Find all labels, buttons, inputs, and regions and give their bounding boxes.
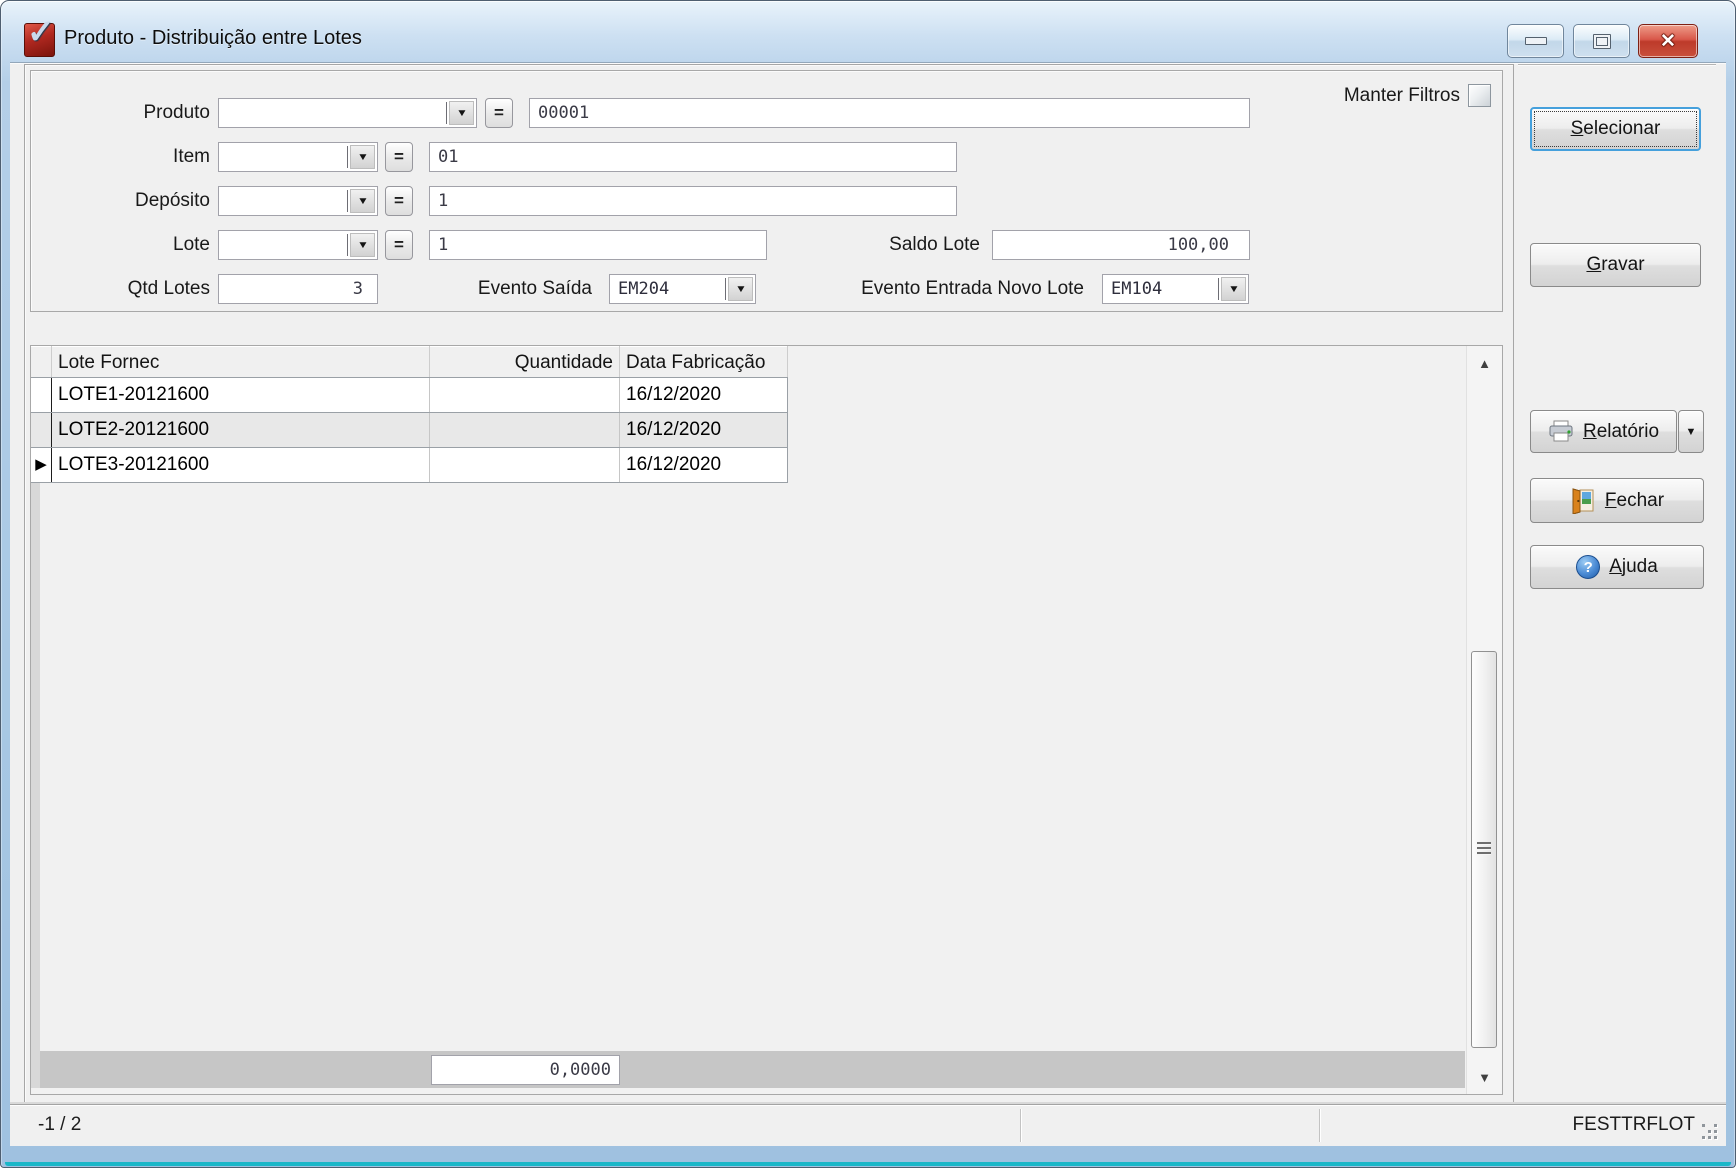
status-divider: [1020, 1109, 1021, 1142]
close-icon: ✕: [1660, 32, 1676, 51]
deposito-label: Depósito: [40, 186, 210, 216]
table-row[interactable]: LOTE2-20121600 16/12/2020: [31, 413, 788, 448]
scroll-up-icon[interactable]: ▲: [1467, 350, 1502, 376]
evento-entrada-novo-lote-value: EM104: [1111, 276, 1162, 302]
ajuda-button[interactable]: Ajuda: [1530, 545, 1704, 589]
cell-lote-fornec: LOTE3-20121600: [52, 448, 430, 482]
saldo-lote-input[interactable]: [992, 230, 1250, 260]
cell-data-fabricacao: 16/12/2020: [620, 378, 788, 412]
status-bar: -1 / 2 FESTTRFLOT: [10, 1104, 1726, 1146]
window-bottom-accent: [5, 1162, 1731, 1166]
item-equals-button[interactable]: =: [385, 142, 413, 172]
produto-equals-button[interactable]: =: [485, 98, 513, 128]
window-title: Produto - Distribuição entre Lotes: [64, 27, 362, 50]
minimize-button[interactable]: [1507, 24, 1564, 58]
cell-lote-fornec: LOTE2-20121600: [52, 413, 430, 447]
evento-entrada-novo-lote-label: Evento Entrada Novo Lote: [720, 274, 1084, 304]
manter-filtros-label: Manter Filtros: [1260, 84, 1460, 108]
evento-saida-value: EM204: [618, 276, 669, 302]
close-button[interactable]: ✕: [1638, 24, 1698, 58]
column-header-data-fabricacao[interactable]: Data Fabricação: [620, 346, 788, 377]
combo-separator: [347, 234, 348, 256]
combo-separator: [1218, 278, 1219, 300]
app-icon: [24, 23, 55, 57]
gravar-button[interactable]: Gravar: [1530, 243, 1701, 287]
minimize-icon: [1525, 37, 1547, 45]
grid-summary-bar: [40, 1051, 1465, 1088]
chevron-down-icon[interactable]: [350, 189, 375, 213]
deposito-input[interactable]: [429, 186, 957, 216]
cell-data-fabricacao: 16/12/2020: [620, 413, 788, 447]
item-label: Item: [40, 142, 210, 172]
cell-quantidade: [430, 413, 620, 447]
indicator-column-strip: [31, 483, 40, 1088]
current-row-icon: ▶: [31, 448, 51, 482]
ajuda-label: Ajuda: [1609, 556, 1658, 578]
cell-quantidade: [430, 378, 620, 412]
lotes-table: Lote Fornec Quantidade Data Fabricação L…: [31, 346, 788, 483]
deposito-combo[interactable]: [218, 186, 378, 216]
record-position-text: -1 / 2: [38, 1114, 81, 1136]
lote-combo[interactable]: [218, 230, 378, 260]
produto-combo[interactable]: [218, 98, 477, 128]
fechar-label: Fechar: [1605, 490, 1664, 512]
gravar-label: Gravar: [1586, 254, 1644, 276]
combo-separator: [347, 146, 348, 168]
vertical-scrollbar[interactable]: ▲ ▼: [1466, 346, 1502, 1094]
row-indicator-cell: [31, 413, 52, 447]
status-divider: [1319, 1109, 1320, 1142]
produto-input[interactable]: [529, 98, 1250, 128]
evento-entrada-novo-lote-combo[interactable]: EM104: [1102, 274, 1249, 304]
item-input[interactable]: [429, 142, 957, 172]
table-row-current[interactable]: ▶ LOTE3-20121600 16/12/2020: [31, 448, 788, 483]
fechar-button[interactable]: Fechar: [1530, 478, 1704, 523]
chevron-down-icon[interactable]: [350, 233, 375, 257]
combo-separator: [446, 102, 447, 124]
scroll-down-icon[interactable]: ▼: [1467, 1064, 1502, 1090]
qtd-lotes-input[interactable]: [218, 274, 378, 304]
manter-filtros-checkbox[interactable]: [1468, 84, 1491, 107]
scrollbar-thumb[interactable]: [1471, 651, 1497, 1048]
lote-equals-button[interactable]: =: [385, 230, 413, 260]
cell-lote-fornec: LOTE1-20121600: [52, 378, 430, 412]
relatorio-button[interactable]: Relatório: [1530, 410, 1677, 453]
saldo-lote-label: Saldo Lote: [730, 230, 980, 260]
cell-quantidade: [430, 448, 620, 482]
application-window: Produto - Distribuição entre Lotes ✕ Pro…: [0, 0, 1736, 1168]
table-row[interactable]: LOTE1-20121600 16/12/2020: [31, 378, 788, 413]
chevron-down-icon[interactable]: [350, 145, 375, 169]
lote-input[interactable]: [429, 230, 767, 260]
maximize-icon: [1593, 34, 1611, 49]
lote-label: Lote: [40, 230, 210, 260]
row-indicator-cell: ▶: [31, 448, 52, 482]
cell-data-fabricacao: 16/12/2020: [620, 448, 788, 482]
evento-saida-label: Evento Saída: [420, 274, 592, 304]
selecionar-button[interactable]: Selecionar: [1530, 107, 1701, 151]
indicator-column-header: [31, 346, 52, 377]
titlebar[interactable]: Produto - Distribuição entre Lotes: [10, 0, 1726, 62]
relatorio-dropdown-button[interactable]: [1678, 410, 1704, 453]
quantidade-total-input[interactable]: [431, 1055, 620, 1085]
column-header-quantidade[interactable]: Quantidade: [430, 346, 620, 377]
door-icon: [1570, 488, 1596, 514]
produto-label: Produto: [40, 98, 210, 128]
deposito-equals-button[interactable]: =: [385, 186, 413, 216]
selecionar-label: Selecionar: [1571, 118, 1661, 140]
combo-separator: [347, 190, 348, 212]
relatorio-label: Relatório: [1583, 421, 1659, 443]
chevron-down-icon[interactable]: [1221, 277, 1246, 301]
scrollbar-grip-icon: [1477, 842, 1491, 855]
form-code-text: FESTTRFLOT: [1400, 1114, 1695, 1136]
resize-grip[interactable]: [1702, 1124, 1718, 1140]
item-combo[interactable]: [218, 142, 378, 172]
table-header-row: Lote Fornec Quantidade Data Fabricação: [31, 346, 788, 378]
column-header-lote-fornec[interactable]: Lote Fornec: [52, 346, 430, 377]
printer-icon: [1548, 420, 1574, 444]
chevron-down-icon[interactable]: [449, 101, 474, 125]
row-indicator-cell: [31, 378, 52, 412]
help-icon: [1576, 555, 1600, 579]
maximize-button[interactable]: [1573, 24, 1630, 58]
qtd-lotes-label: Qtd Lotes: [40, 274, 210, 304]
